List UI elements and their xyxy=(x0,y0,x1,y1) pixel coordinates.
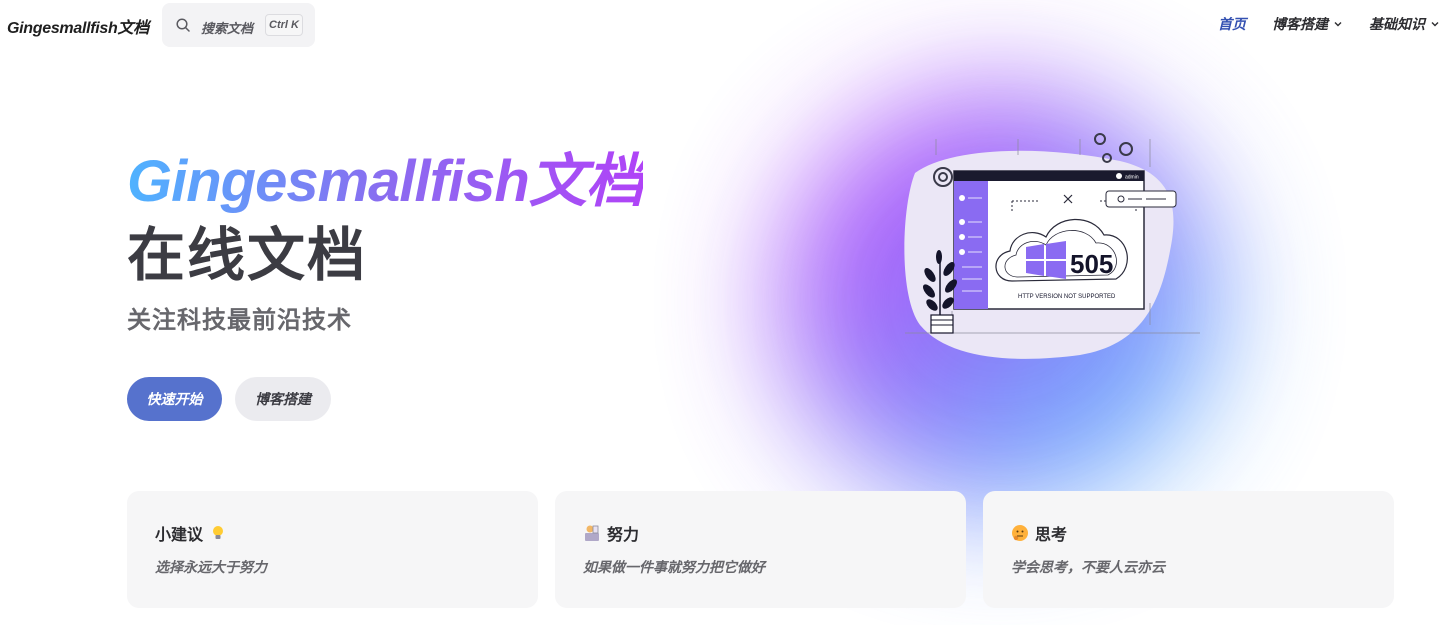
feature-title: 努力 xyxy=(583,521,639,545)
nav-menu-blog[interactable]: 博客搭建 xyxy=(1272,14,1343,34)
chevron-down-icon xyxy=(1334,22,1342,27)
top-nav: Gingesmallfish文档 搜索文档 Ctrl K 首页 博客搭建 基础知… xyxy=(0,0,1454,50)
feature-title-text: 思考 xyxy=(1035,527,1068,544)
feature-details: 选择永远大于努力 xyxy=(155,559,267,575)
hero-illustration: admin 505 HTTP VERSION NOT SUPPORTED xyxy=(740,55,1340,510)
chevron-down-icon xyxy=(1431,22,1439,27)
blog-setup-button[interactable]: 博客搭建 xyxy=(235,377,331,421)
search-shortcut-key: Ctrl K xyxy=(265,14,303,36)
feature-card: 思考 学会思考，不要人云亦云 xyxy=(983,491,1394,608)
feature-details: 学会思考，不要人云亦云 xyxy=(1011,559,1165,575)
hero-name: Gingesmallfish文档 xyxy=(127,146,644,218)
search-icon xyxy=(176,18,190,32)
feature-title-text: 努力 xyxy=(607,527,640,544)
error-message: HTTP VERSION NOT SUPPORTED xyxy=(1018,294,1116,300)
search-button[interactable]: 搜索文档 Ctrl K xyxy=(162,3,315,47)
feature-details: 如果做一件事就努力把它做好 xyxy=(583,559,765,575)
search-label: 搜索文档 xyxy=(201,21,254,36)
nav-menu-basics[interactable]: 基础知识 xyxy=(1369,14,1440,34)
hero-tagline: 关注科技最前沿技术 xyxy=(127,307,352,334)
get-started-button[interactable]: 快速开始 xyxy=(127,377,222,421)
thinking-face-icon xyxy=(1012,525,1028,541)
feature-card: 小建议 选择永远大于努力 xyxy=(127,491,538,608)
feature-title-text: 小建议 xyxy=(155,527,204,544)
feature-title: 小建议 xyxy=(155,521,227,545)
nav-link-home[interactable]: 首页 xyxy=(1218,14,1246,34)
feature-card: 努力 如果做一件事就努力把它做好 xyxy=(555,491,966,608)
nav-link-label: 基础知识 xyxy=(1369,16,1425,32)
error-505-illustration: admin 505 HTTP VERSION NOT SUPPORTED xyxy=(904,133,1200,359)
nav-links: 首页 博客搭建 基础知识 xyxy=(1218,14,1440,34)
nav-link-label: 首页 xyxy=(1218,16,1246,32)
hero-text: 在线文档 xyxy=(127,223,368,288)
error-code: 505 xyxy=(1070,249,1113,279)
working-icon xyxy=(585,525,599,541)
user-label: admin xyxy=(1125,175,1139,181)
nav-link-label: 博客搭建 xyxy=(1272,16,1328,32)
site-logo[interactable]: Gingesmallfish文档 xyxy=(7,14,149,38)
feature-title: 思考 xyxy=(1011,521,1067,545)
lightbulb-icon xyxy=(213,526,224,539)
